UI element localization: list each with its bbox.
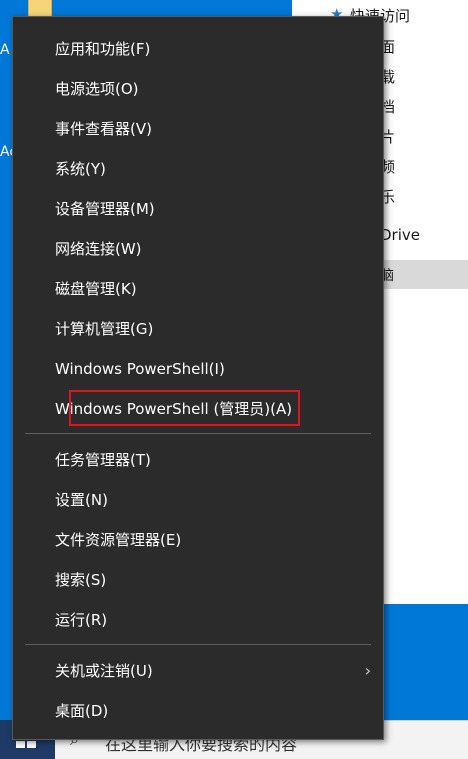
menu-item-system[interactable]: 系统(Y) (13, 152, 383, 186)
explorer-item-onedrive[interactable]: Drive (380, 226, 420, 244)
menu-item-event-viewer[interactable]: 事件查看器(V) (13, 112, 383, 146)
menu-item-settings[interactable]: 设置(N) (13, 483, 383, 517)
menu-item-shutdown-signout[interactable]: 关机或注销(U) › (13, 654, 383, 688)
menu-item-powershell-admin[interactable]: Windows PowerShell (管理员)(A) (13, 392, 383, 426)
menu-item-power-options[interactable]: 电源选项(O) (13, 72, 383, 106)
menu-item-task-manager[interactable]: 任务管理器(T) (13, 443, 383, 477)
menu-divider (25, 433, 371, 434)
menu-item-apps-features[interactable]: 应用和功能(F) (13, 32, 383, 66)
menu-item-search[interactable]: 搜索(S) (13, 563, 383, 597)
menu-item-file-explorer[interactable]: 文件资源管理器(E) (13, 523, 383, 557)
chevron-right-icon: › (364, 661, 371, 680)
menu-item-disk-management[interactable]: 磁盘管理(K) (13, 272, 383, 306)
menu-item-network-connections[interactable]: 网络连接(W) (13, 232, 383, 266)
winx-context-menu: 应用和功能(F) 电源选项(O) 事件查看器(V) 系统(Y) 设备管理器(M)… (12, 16, 384, 740)
menu-item-powershell[interactable]: Windows PowerShell(I) (13, 352, 383, 386)
menu-divider (25, 644, 371, 645)
menu-item-label: 关机或注销(U) (55, 662, 153, 680)
desktop-label-1: A (0, 42, 10, 58)
menu-item-desktop[interactable]: 桌面(D) (13, 694, 383, 728)
menu-item-computer-management[interactable]: 计算机管理(G) (13, 312, 383, 346)
menu-item-run[interactable]: 运行(R) (13, 603, 383, 637)
menu-item-device-manager[interactable]: 设备管理器(M) (13, 192, 383, 226)
